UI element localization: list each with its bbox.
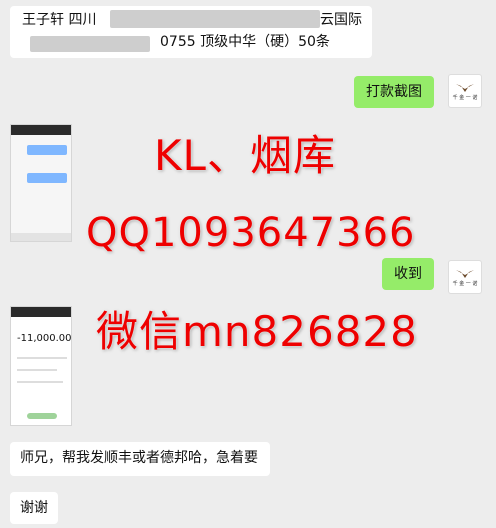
thanks-message-bubble: 谢谢 [10,492,58,524]
received-label-bubble: 收到 [382,258,434,290]
chat-message-preview [27,145,67,155]
request-message-bubble: 师兄，帮我发顺丰或者德邦哈，急着要 [10,442,270,476]
watermark-line-2: QQ1093647366 [86,210,416,256]
header-line1: 王子轩 四川 [22,12,97,28]
watermark-line-1: KL、烟库 [154,131,336,180]
header-line2: 0755 顶级中华（硬）50条 [160,34,330,50]
blur-mask [110,10,320,28]
divider [17,357,67,359]
bird-logo-icon [456,84,474,92]
chat-message-preview [27,173,67,183]
bird-logo-icon [456,270,474,278]
divider [17,381,63,383]
phone-status-bar [11,125,71,135]
transfer-amount: -11,000.00 [17,333,72,344]
avatar-caption: 千 金 一 诺 [452,95,478,101]
payment-screenshot-2[interactable]: -11,000.00 [10,306,72,426]
avatar[interactable]: 千 金 一 诺 [448,260,482,294]
screenshot-label-bubble: 打款截图 [354,76,434,108]
avatar[interactable]: 千 金 一 诺 [448,74,482,108]
header-message-bubble: 王子轩 四川 云国际 0755 顶级中华（硬）50条 [10,6,372,58]
blur-mask [30,36,150,52]
payment-screenshot-1[interactable] [10,124,72,242]
phone-input-bar [11,233,71,241]
divider [17,369,57,371]
status-badge [27,413,57,419]
watermark-line-3: 微信mn826828 [96,307,418,356]
avatar-caption: 千 金 一 诺 [452,281,478,287]
header-line1-tail: 云国际 [320,12,362,28]
phone-status-bar [11,307,71,317]
